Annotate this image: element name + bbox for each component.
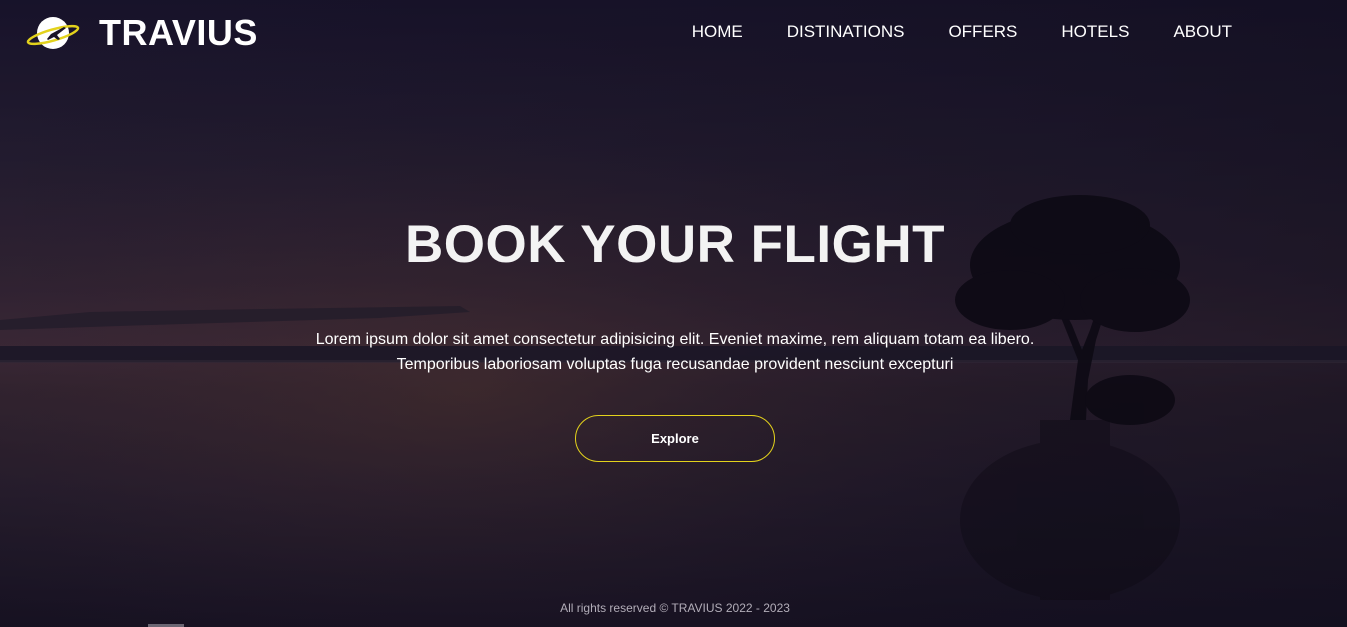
nav-item-hotels[interactable]: HOTELS — [1061, 22, 1129, 42]
nav-item-destinations[interactable]: DISTINATIONS — [787, 22, 905, 42]
brand-logo[interactable]: TRAVIUS — [26, 12, 258, 54]
nav-item-about[interactable]: ABOUT — [1173, 22, 1232, 42]
hero-description-line-1: Lorem ipsum dolor sit amet consectetur a… — [315, 331, 1035, 348]
hero-description-line-2: Temporibus laboriosam voluptas fuga recu… — [396, 356, 954, 373]
footer-copyright: All rights reserved © TRAVIUS 2022 - 202… — [560, 601, 790, 615]
background-overlay — [0, 0, 1347, 627]
main-navigation: HOME DISTINATIONS OFFERS HOTELS ABOUT — [692, 22, 1232, 42]
explore-button[interactable]: Explore — [575, 415, 775, 462]
hero-title: BOOK YOUR FLIGHT — [405, 215, 945, 274]
nav-item-home[interactable]: HOME — [692, 22, 743, 42]
nav-item-offers[interactable]: OFFERS — [948, 22, 1017, 42]
hero-description: Lorem ipsum dolor sit amet consectetur a… — [0, 327, 1347, 377]
brand-name: TRAVIUS — [99, 12, 258, 53]
landing-page: TRAVIUS HOME DISTINATIONS OFFERS HOTELS … — [0, 0, 1347, 627]
planet-airplane-icon — [26, 17, 80, 49]
